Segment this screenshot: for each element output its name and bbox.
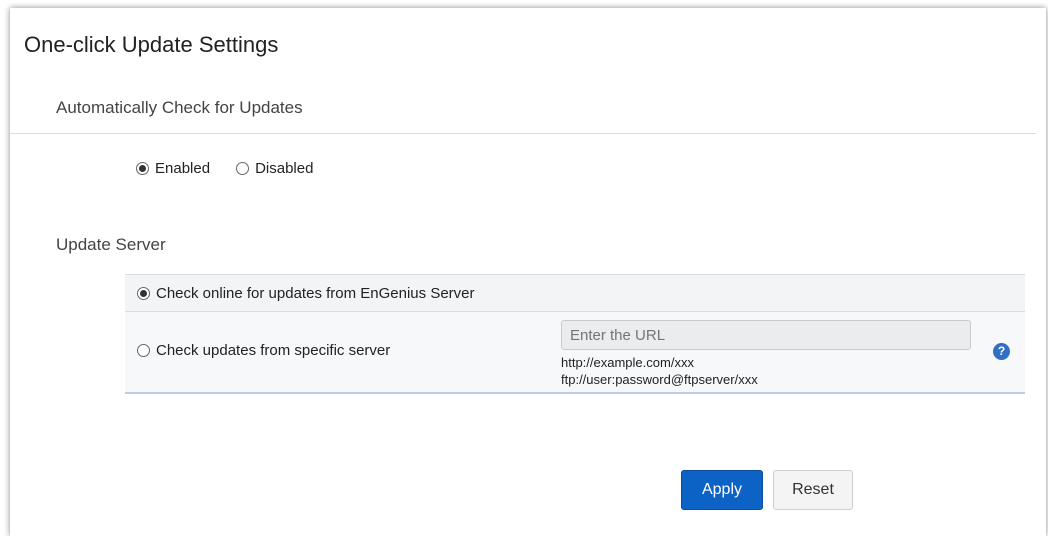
- disabled-label[interactable]: Disabled: [255, 160, 313, 177]
- online-server-label[interactable]: Check online for updates from EnGenius S…: [156, 285, 475, 302]
- server-url-input[interactable]: [561, 320, 971, 350]
- specific-server-label[interactable]: Check updates from specific server: [156, 342, 390, 359]
- specific-server-radio[interactable]: [137, 344, 150, 357]
- server-option-specific-row: Check updates from specific server http:…: [125, 312, 1025, 394]
- disabled-radio[interactable]: [236, 162, 250, 175]
- divider: [10, 133, 1036, 134]
- hint-ftp: ftp://user:password@ftpserver/xxx: [561, 372, 758, 387]
- enabled-label[interactable]: Enabled: [155, 160, 210, 177]
- page-title: One-click Update Settings: [24, 32, 279, 57]
- update-server-table: Check online for updates from EnGenius S…: [125, 274, 1025, 394]
- help-icon[interactable]: ?: [993, 343, 1010, 360]
- auto-check-options: Enabled Disabled: [136, 160, 339, 177]
- auto-check-heading: Automatically Check for Updates: [56, 98, 303, 117]
- settings-panel: One-click Update Settings Automatically …: [10, 8, 1046, 536]
- specific-option: Check updates from specific server: [137, 342, 390, 359]
- hint-http: http://example.com/xxx: [561, 355, 694, 370]
- server-option-online-row: Check online for updates from EnGenius S…: [125, 275, 1025, 312]
- update-server-heading: Update Server: [56, 235, 166, 254]
- apply-button[interactable]: Apply: [681, 470, 763, 510]
- online-server-radio[interactable]: [137, 287, 150, 300]
- enabled-radio[interactable]: [136, 162, 149, 175]
- online-option: Check online for updates from EnGenius S…: [137, 285, 475, 302]
- reset-button[interactable]: Reset: [773, 470, 853, 510]
